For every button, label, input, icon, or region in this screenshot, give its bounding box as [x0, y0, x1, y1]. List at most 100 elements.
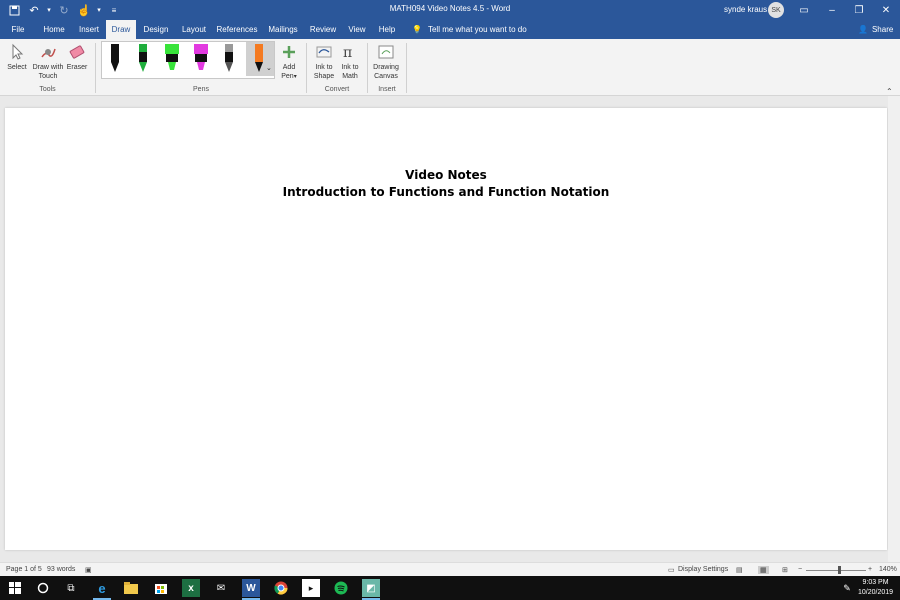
- zoom-level[interactable]: 140%: [879, 566, 897, 573]
- chrome-icon[interactable]: [272, 579, 290, 597]
- display-settings[interactable]: Display Settings: [678, 566, 728, 573]
- pen-black[interactable]: [108, 44, 122, 74]
- pi-icon: π: [343, 45, 352, 61]
- read-mode-icon[interactable]: ▤: [736, 566, 743, 574]
- ribbon: Select Draw with Touch Eraser Tools ⌄ Pe…: [0, 39, 900, 96]
- page-count[interactable]: Page 1 of 5: [6, 566, 42, 573]
- clock[interactable]: 9:03 PM 10/20/2019: [858, 578, 893, 598]
- tab-mailings[interactable]: Mailings: [264, 20, 302, 39]
- ink-to-shape-button[interactable]: Ink to Shape: [312, 43, 336, 81]
- person-icon: 👤: [858, 25, 868, 34]
- select-label: Select: [7, 64, 27, 71]
- drawing-canvas-button[interactable]: Drawing Canvas: [372, 43, 400, 81]
- web-layout-icon[interactable]: ⊞: [782, 566, 788, 574]
- tab-references[interactable]: References: [214, 20, 260, 39]
- document-area: Video Notes Introduction to Functions an…: [0, 96, 900, 562]
- ribbon-display-options-icon[interactable]: ▭: [790, 0, 818, 20]
- ribbon-divider: [406, 43, 407, 93]
- pen-orange-selected[interactable]: ⌄: [246, 42, 274, 76]
- excel-icon[interactable]: x: [182, 579, 200, 597]
- share-button[interactable]: 👤 Share: [858, 20, 893, 39]
- doc-heading-line1: Video Notes: [405, 168, 487, 182]
- select-button[interactable]: Select: [6, 43, 28, 72]
- zoom-in-icon[interactable]: +: [868, 566, 872, 573]
- spotify-icon[interactable]: [332, 579, 350, 597]
- edge-icon[interactable]: e: [93, 579, 111, 597]
- avatar[interactable]: SK: [768, 2, 784, 18]
- ink-to-math-label-2: Math: [342, 73, 358, 80]
- eraser-icon: [69, 45, 85, 59]
- pens-more-dropdown-icon[interactable]: ⌄: [266, 64, 272, 72]
- tools-group-label: Tools: [39, 86, 56, 93]
- sticky-notes-icon[interactable]: ▸: [302, 579, 320, 597]
- tab-view[interactable]: View: [344, 20, 370, 39]
- doc-heading-line2: Introduction to Functions and Function N…: [282, 185, 610, 199]
- drawing-canvas-label-1: Drawing: [373, 64, 399, 71]
- highlighter-icon: [194, 44, 208, 70]
- draw-with-touch-label-2: Touch: [38, 73, 58, 80]
- lightbulb-icon: 💡: [412, 25, 422, 34]
- ribbon-tabs: File Home Insert Draw Design Layout Refe…: [0, 20, 900, 39]
- windows-start-icon[interactable]: [6, 579, 24, 597]
- display-settings-icon: ▭: [668, 567, 675, 574]
- share-label: Share: [871, 25, 894, 34]
- clock-time: 9:03 PM: [862, 579, 889, 586]
- eraser-label: Eraser: [66, 64, 88, 71]
- search-circle-icon[interactable]: [34, 579, 52, 597]
- tell-me-search[interactable]: 💡 Tell me what you want to do: [412, 20, 527, 39]
- minimize-icon[interactable]: –: [818, 0, 846, 20]
- clock-date: 10/20/2019: [858, 589, 894, 596]
- highlighter-icon: [165, 44, 179, 70]
- store-icon[interactable]: [152, 579, 170, 597]
- restore-icon[interactable]: ❐: [845, 0, 873, 20]
- cursor-icon: [12, 43, 24, 60]
- add-pen-dropdown-icon: ▾: [293, 74, 297, 80]
- tab-home[interactable]: Home: [38, 20, 70, 39]
- highlighter-green[interactable]: [164, 44, 179, 74]
- word-icon[interactable]: W: [242, 579, 260, 597]
- ink-to-math-button[interactable]: π Ink to Math: [338, 43, 362, 81]
- user-name[interactable]: synde kraus: [724, 5, 767, 14]
- tab-help[interactable]: Help: [374, 20, 400, 39]
- pen-workspace-icon[interactable]: ✎: [838, 579, 856, 597]
- add-pen-label-2: Pen: [281, 73, 294, 80]
- zoom-slider[interactable]: [806, 570, 866, 571]
- highlighter-magenta[interactable]: [193, 44, 208, 74]
- tab-layout[interactable]: Layout: [178, 20, 210, 39]
- zoom-out-icon[interactable]: −: [798, 566, 802, 573]
- close-icon[interactable]: ✕: [872, 0, 900, 20]
- title-bar: ↶ ▾ ↻ ☝ ▾ ≡ MATH094 Video Notes 4.5 - Wo…: [0, 0, 900, 20]
- mail-icon[interactable]: ✉: [212, 579, 230, 597]
- document-page[interactable]: Video Notes Introduction to Functions an…: [5, 108, 887, 550]
- tab-insert[interactable]: Insert: [74, 20, 104, 39]
- tell-me-text: Tell me what you want to do: [427, 25, 527, 34]
- draw-with-touch-label-1: Draw with: [32, 64, 64, 71]
- insert-group-label: Insert: [378, 86, 396, 93]
- pencil-gray[interactable]: [222, 44, 236, 74]
- zoom-slider-thumb[interactable]: [838, 566, 841, 574]
- app-icon[interactable]: ◩: [362, 579, 380, 597]
- pencil-icon: [225, 44, 233, 72]
- tab-file[interactable]: File: [6, 20, 30, 39]
- task-view-icon[interactable]: ⧉: [62, 579, 80, 597]
- print-layout-icon[interactable]: ▦: [758, 566, 769, 574]
- add-pen-label-1: Add: [282, 64, 296, 71]
- file-explorer-icon[interactable]: [122, 579, 140, 597]
- ink-to-shape-label-1: Ink to: [315, 64, 333, 71]
- vertical-scrollbar[interactable]: [888, 96, 900, 562]
- eraser-button[interactable]: Eraser: [66, 43, 88, 72]
- add-pen-button[interactable]: Add Pen▾: [278, 43, 300, 82]
- proofing-icon[interactable]: ▣: [85, 566, 92, 574]
- tab-draw[interactable]: Draw: [106, 20, 136, 39]
- status-bar: Page 1 of 5 93 words ▣ ▭ Display Setting…: [0, 562, 900, 576]
- word-count[interactable]: 93 words: [47, 566, 75, 573]
- tab-design[interactable]: Design: [140, 20, 172, 39]
- tab-review[interactable]: Review: [307, 20, 339, 39]
- pen-icon: [111, 44, 119, 72]
- draw-with-touch-button[interactable]: Draw with Touch: [31, 43, 65, 81]
- collapse-ribbon-icon[interactable]: ⌃: [886, 87, 893, 96]
- draw-touch-icon: [41, 48, 56, 58]
- ink-to-shape-icon: [316, 46, 332, 58]
- pen-green[interactable]: [136, 44, 150, 74]
- taskbar: ⧉ e x ✉ W ▸ ◩ ✎ 9:03 PM 10/20/2019: [0, 576, 900, 600]
